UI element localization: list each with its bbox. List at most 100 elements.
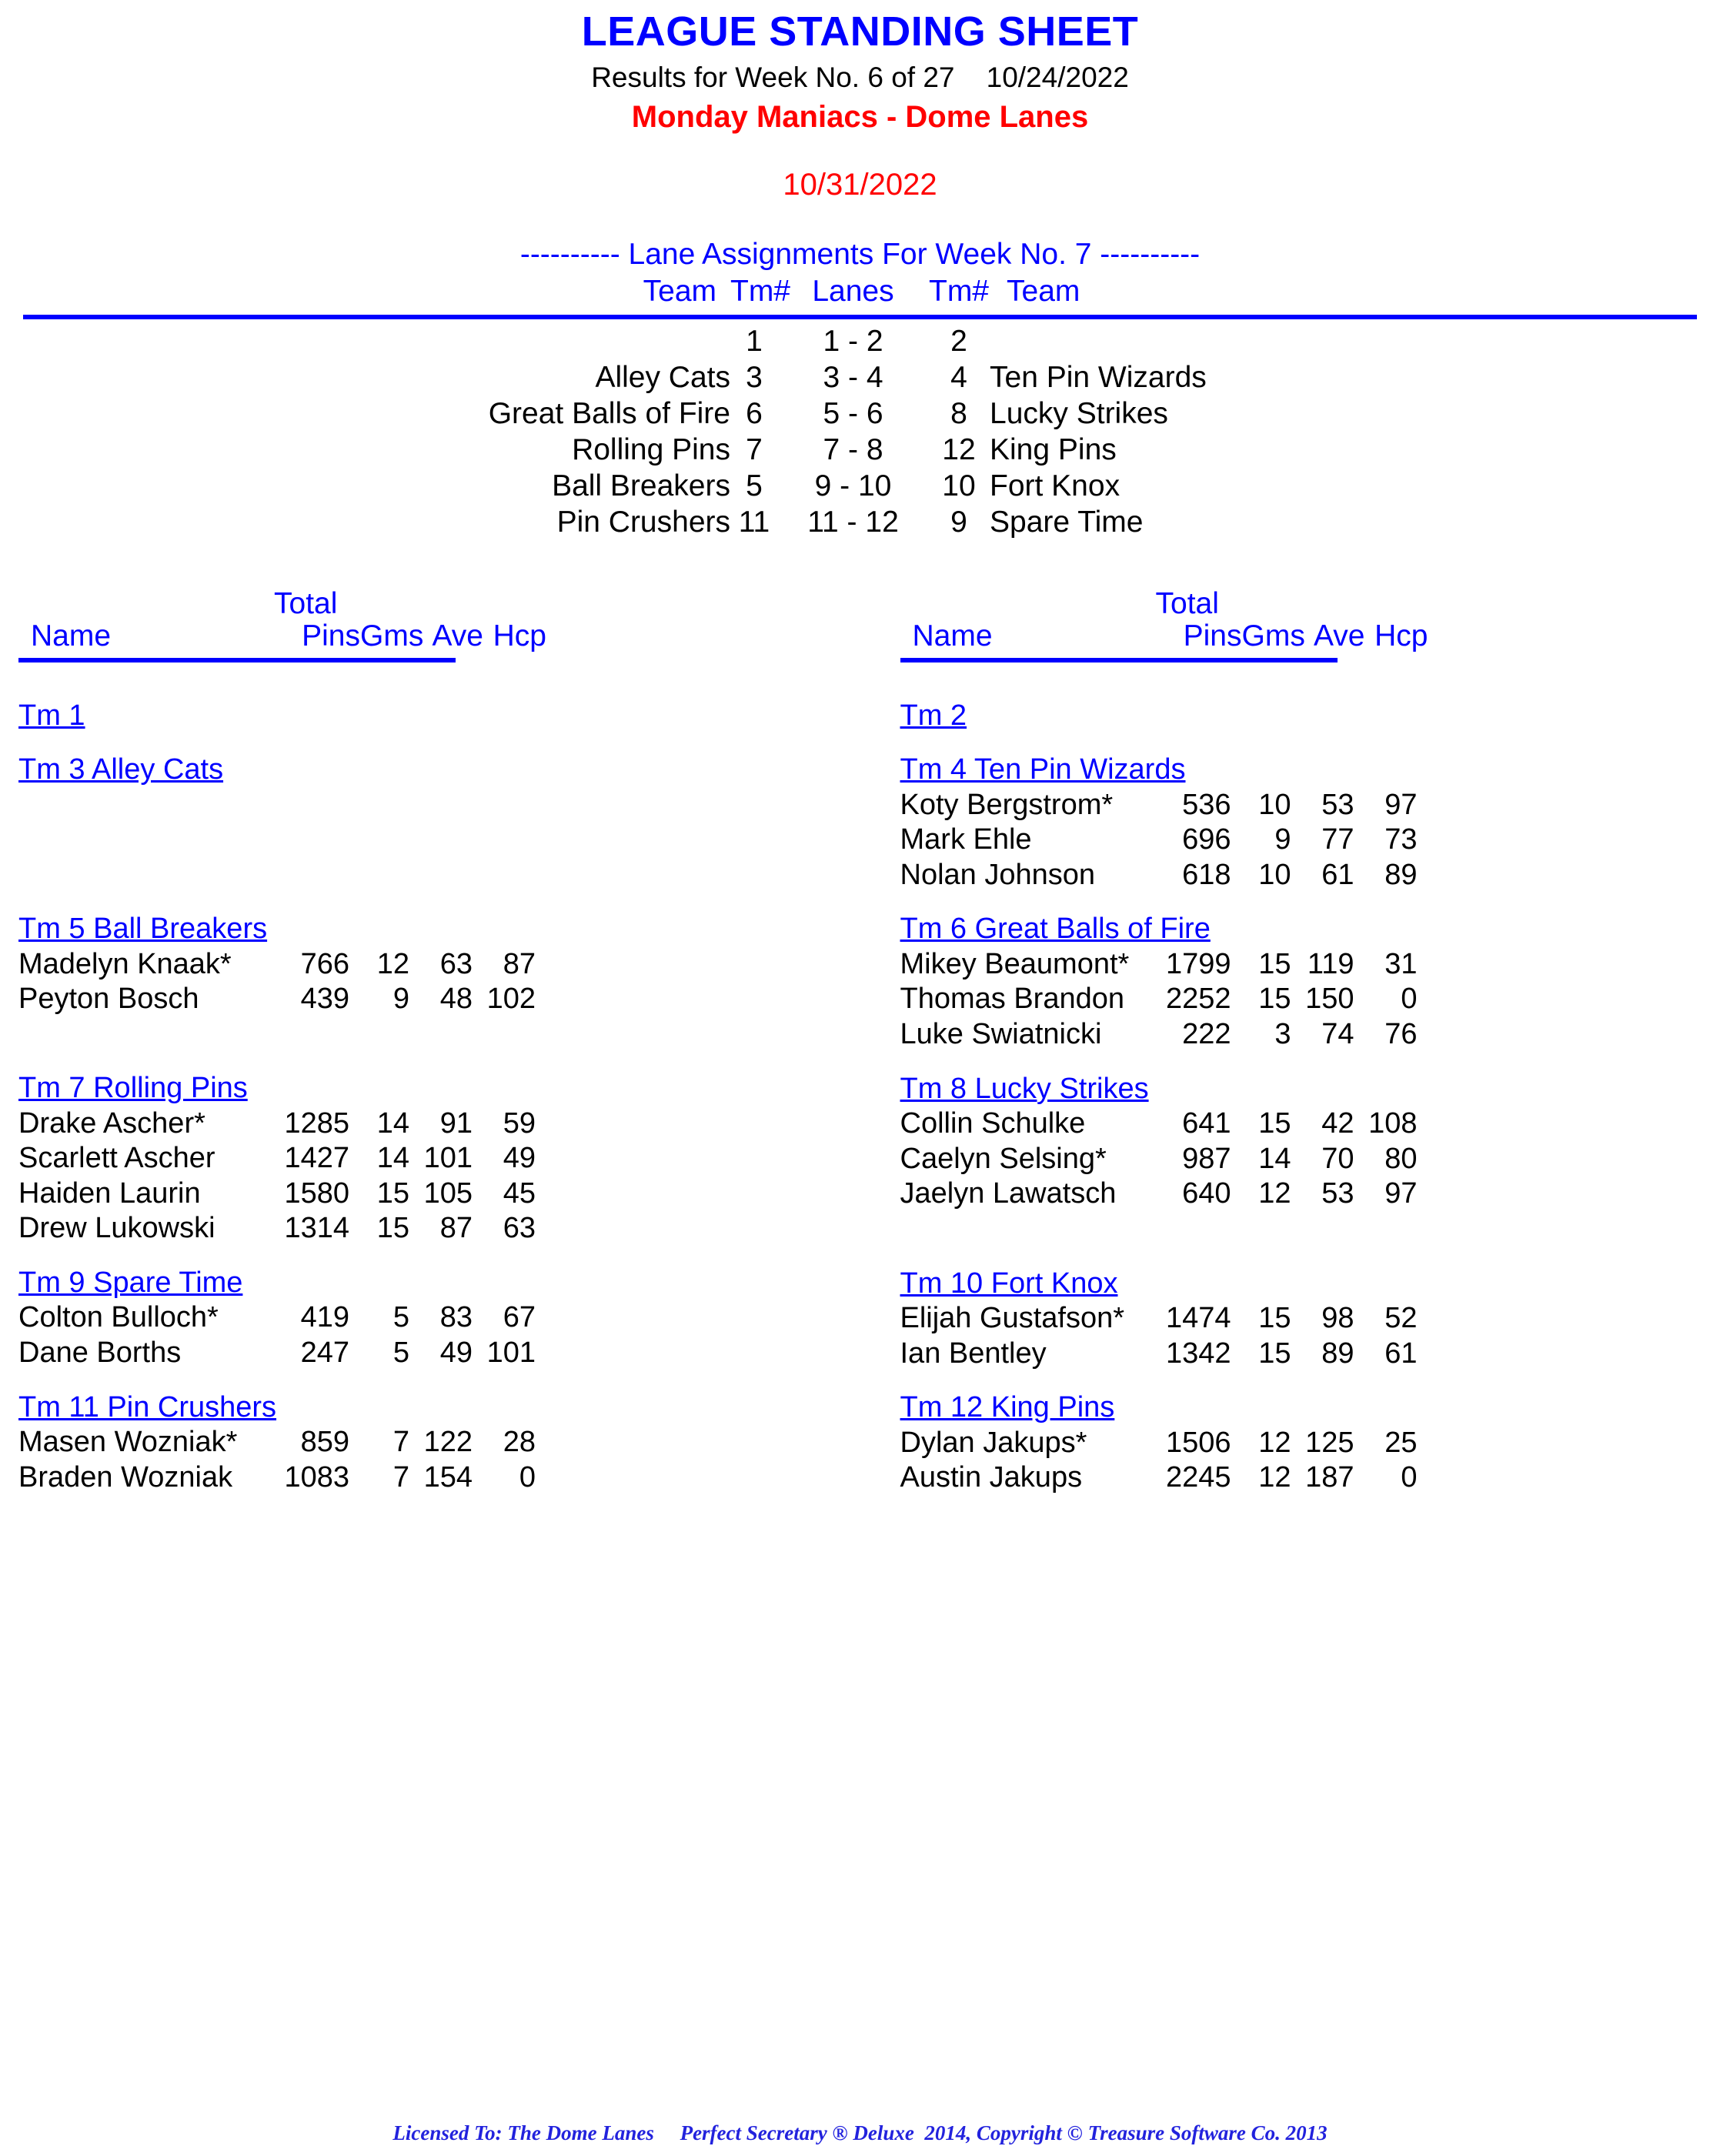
team-name-link[interactable]: Tm 11 Pin Crushers [18, 1390, 276, 1425]
team-spacer [18, 893, 860, 911]
player-average: 42 [1321, 1106, 1354, 1140]
player-row: Dylan Jakups* 1506 12 125 25 [900, 1426, 1702, 1461]
player-handicap: 108 [1368, 1106, 1418, 1140]
player-row: Peyton Bosch 439 9 48 102 [18, 982, 860, 1017]
player-row: Nolan Johnson 618 10 61 89 [900, 858, 1702, 893]
player-name: Madelyn Knaak* [18, 947, 232, 980]
lane-row-lanes: 11 - 12 [807, 505, 899, 539]
team-name-link[interactable]: Tm 4 Ten Pin Wizards [900, 752, 1186, 787]
player-average: 61 [1321, 858, 1354, 891]
player-average: 105 [423, 1176, 473, 1210]
team-block: Tm 9 Spare Time Colton Bulloch* 419 5 83 67 Da… [18, 1265, 860, 1371]
player-row: Mikey Beaumont* 1799 15 119 31 [900, 947, 1702, 983]
team-name-link[interactable]: Tm 7 Rolling Pins [18, 1070, 248, 1106]
team-spacer [18, 662, 860, 698]
team-name-link[interactable]: Tm 12 King Pins [900, 1390, 1115, 1425]
player-average: 125 [1305, 1426, 1354, 1459]
team-block: Tm 4 Ten Pin Wizards Koty Bergstrom* 536 10… [900, 752, 1702, 893]
player-handicap: 76 [1384, 1018, 1418, 1051]
team-name-link[interactable]: Tm 5 Ball Breakers [18, 911, 267, 946]
player-row: Dane Borths 247 5 49 101 [18, 1336, 860, 1371]
player-average: 49 [439, 1337, 473, 1370]
lane-col-team-right: Team [1007, 275, 1080, 309]
player-handicap: 87 [503, 947, 536, 980]
team-spacer [18, 1247, 860, 1265]
lane-row-tm-right: 4 [950, 360, 967, 394]
team-spacer [900, 662, 1702, 698]
player-name: Koty Bergstrom* [900, 788, 1114, 821]
team-name-link[interactable]: Tm 8 Lucky Strikes [900, 1071, 1149, 1106]
player-handicap: 73 [1384, 823, 1418, 856]
lane-row-team-left [369, 324, 730, 360]
player-handicap: 67 [503, 1301, 536, 1334]
player-name: Mikey Beaumont* [900, 947, 1130, 980]
team-spacer [900, 1371, 1702, 1390]
player-row: Masen Wozniak* 859 7 122 28 [18, 1425, 860, 1460]
player-games: 15 [1258, 983, 1291, 1016]
player-handicap: 0 [519, 1460, 536, 1494]
player-total-pins: 766 [300, 947, 349, 980]
team-spacer [900, 1053, 1702, 1071]
lane-col-tm-right: Tm# [929, 275, 989, 309]
player-total-pins: 1427 [284, 1142, 349, 1175]
player-total-pins: 439 [300, 983, 349, 1016]
ave-column-header-right: Ave [1314, 619, 1365, 652]
player-average: 83 [439, 1301, 473, 1334]
player-handicap: 102 [486, 983, 536, 1016]
player-total-pins: 1580 [284, 1176, 349, 1210]
player-row: Drew Lukowski 1314 15 87 63 [18, 1211, 860, 1247]
gms-column-header-left: Gms [360, 619, 424, 652]
lane-row-team-right: Ten Pin Wizards [990, 360, 1207, 394]
player-total-pins: 2245 [1165, 1461, 1231, 1494]
pins-column-header-right: Pins [1183, 619, 1242, 652]
team-list-right: Tm 2 Tm 4 Ten Pin Wizards Koty Bergstrom* 5… [900, 662, 1702, 1496]
player-games: 7 [392, 1460, 409, 1494]
roster-columns: Total Name Pins Gms Ave Hcp Tm 1 Tm 3 All… [0, 587, 1720, 1496]
player-row: Drake Ascher* 1285 14 91 59 [18, 1106, 860, 1142]
lane-assignments-divider [23, 314, 1697, 319]
roster-column-left: Total Name Pins Gms Ave Hcp Tm 1 Tm 3 All… [18, 587, 860, 1496]
player-total-pins: 536 [1182, 788, 1231, 821]
ave-column-header-left: Ave [432, 619, 484, 652]
lane-row-lanes: 3 - 4 [823, 360, 883, 394]
player-average: 154 [423, 1460, 473, 1494]
player-row: Mark Ehle 696 9 77 73 [900, 823, 1702, 858]
player-row: Colton Bulloch* 419 5 83 67 [18, 1300, 860, 1336]
player-row: Luke Swiatnicki 222 3 74 76 [900, 1017, 1702, 1053]
player-name: Braden Wozniak [18, 1460, 233, 1494]
team-name-link[interactable]: Tm 1 [18, 698, 85, 733]
team-name-link[interactable]: Tm 10 Fort Knox [900, 1266, 1118, 1301]
player-name: Austin Jakups [900, 1461, 1083, 1494]
player-row: Haiden Laurin 1580 15 105 45 [18, 1176, 860, 1212]
player-average: 70 [1321, 1142, 1354, 1175]
player-total-pins: 222 [1182, 1018, 1231, 1051]
lane-row-team-left: Ball Breakers [552, 469, 730, 502]
team-block: Tm 11 Pin Crushers Masen Wozniak* 859 7 122 2… [18, 1390, 860, 1496]
player-games: 3 [1274, 1018, 1291, 1051]
player-games: 9 [392, 983, 409, 1016]
team-name-link[interactable]: Tm 9 Spare Time [18, 1265, 242, 1300]
lane-assignment-row: Alley Cats 3 3 - 4 4 Ten Pin Wizards [369, 360, 1351, 396]
lane-assignments-section: ---------- Lane Assignments For Week No.… [0, 238, 1720, 541]
lane-row-tm-right: 12 [942, 432, 976, 466]
player-row: Madelyn Knaak* 766 12 63 87 [18, 947, 860, 983]
name-column-header-right: Name [912, 619, 993, 652]
player-games: 5 [392, 1337, 409, 1370]
player-name: Caelyn Selsing* [900, 1142, 1107, 1175]
player-handicap: 31 [1384, 947, 1418, 980]
player-total-pins: 419 [300, 1301, 349, 1334]
lane-row-team-left: Rolling Pins [572, 432, 730, 466]
player-average: 53 [1321, 788, 1354, 821]
player-games: 14 [1258, 1142, 1291, 1175]
player-row: Collin Schulke 641 15 42 108 [900, 1106, 1702, 1142]
team-name-link[interactable]: Tm 3 Alley Cats [18, 752, 223, 787]
player-row: Thomas Brandon 2252 15 150 0 [900, 982, 1702, 1017]
team-name-link[interactable]: Tm 6 Great Balls of Fire [900, 911, 1211, 946]
player-name: Dylan Jakups* [900, 1426, 1087, 1459]
lane-row-tm-left: 11 [738, 505, 770, 539]
name-column-header-left: Name [31, 619, 112, 652]
lane-row-team-left: Alley Cats [595, 360, 730, 394]
team-name-link[interactable]: Tm 2 [900, 698, 967, 733]
document-header: LEAGUE STANDING SHEET Results for Week N… [0, 0, 1720, 202]
player-games: 10 [1258, 858, 1291, 891]
